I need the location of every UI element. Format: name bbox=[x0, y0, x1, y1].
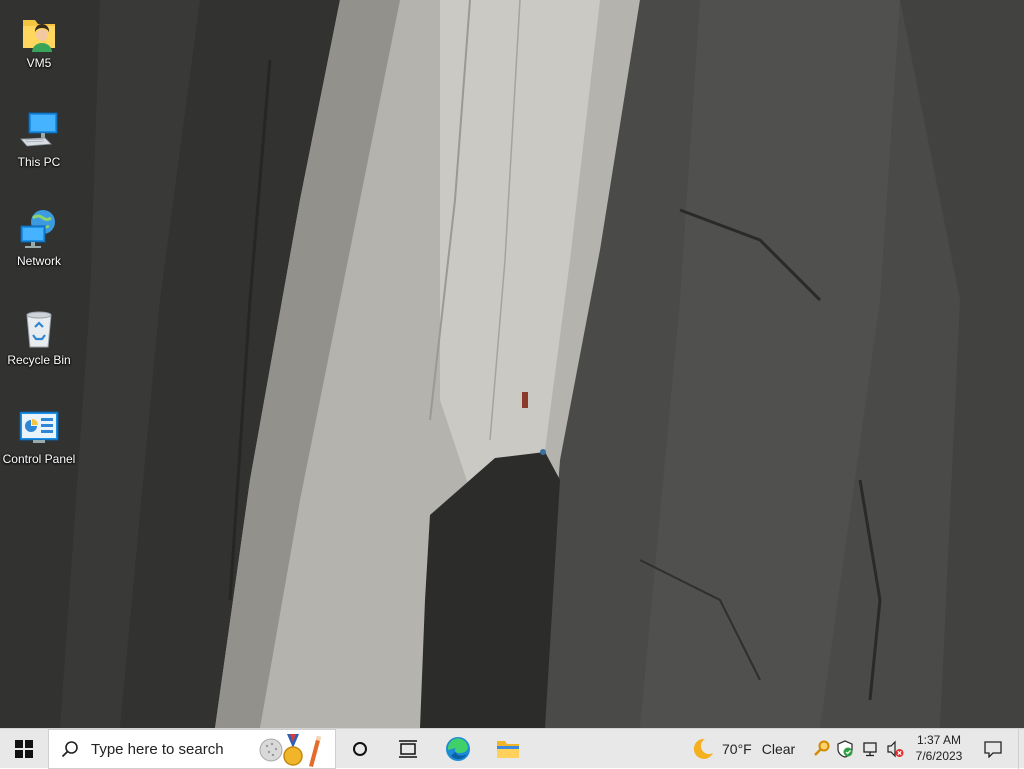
folder-icon bbox=[497, 741, 519, 758]
cortana-circle-icon bbox=[353, 742, 367, 756]
desktop-icon-label: This PC bbox=[17, 155, 61, 169]
desktop-icon-control-panel[interactable]: Control Panel bbox=[1, 406, 77, 466]
desktop-icon-this-pc[interactable]: This PC bbox=[1, 109, 77, 169]
tray-defender[interactable] bbox=[834, 729, 856, 769]
weather-condition: Clear bbox=[761, 741, 796, 757]
tray-network[interactable] bbox=[860, 729, 882, 769]
desktop-icon-label: Recycle Bin bbox=[7, 353, 71, 367]
search-key-icon bbox=[814, 740, 830, 756]
desktop-wallpaper bbox=[0, 0, 1024, 728]
user-folder-icon bbox=[23, 20, 55, 52]
desktop-icon-label: VM5 bbox=[26, 56, 52, 70]
desktop-icon-recycle-bin[interactable]: Recycle Bin bbox=[1, 307, 77, 367]
weather-widget[interactable]: 70°F Clear bbox=[690, 729, 795, 769]
desktop-icon-label: Control Panel bbox=[2, 452, 76, 466]
desktop-icon-label: Network bbox=[16, 254, 61, 268]
cliff-wallpaper-art bbox=[0, 0, 1024, 728]
weather-temperature: 70°F bbox=[722, 741, 752, 757]
desktop-icon-vm5[interactable]: VM5 bbox=[1, 10, 77, 70]
tray-search-key[interactable] bbox=[811, 729, 833, 769]
computer-icon bbox=[20, 112, 58, 147]
edge-taskbar-button[interactable] bbox=[438, 729, 478, 769]
search-icon bbox=[61, 741, 78, 758]
task-view-icon bbox=[399, 740, 417, 758]
clock-time: 1:37 AM bbox=[916, 733, 962, 747]
show-desktop-button[interactable] bbox=[1018, 729, 1024, 769]
recycle-bin-icon bbox=[26, 311, 52, 348]
volume-muted-icon bbox=[887, 740, 904, 758]
desktop-icon-network[interactable]: Network bbox=[1, 208, 77, 268]
search-highlight-art-icon bbox=[259, 734, 321, 767]
task-view-button[interactable] bbox=[388, 729, 428, 769]
network-icon bbox=[863, 742, 877, 757]
start-button[interactable] bbox=[0, 729, 48, 769]
taskbar-clock[interactable]: 1:37 AM 7/6/2023 bbox=[904, 732, 974, 764]
cortana-button[interactable] bbox=[340, 729, 380, 769]
action-center-button[interactable] bbox=[978, 729, 1008, 769]
network-icon bbox=[20, 210, 55, 248]
edge-icon bbox=[446, 737, 470, 761]
windows-logo-icon bbox=[15, 740, 33, 758]
tray-volume[interactable] bbox=[884, 729, 906, 769]
notification-icon bbox=[984, 741, 1002, 758]
taskbar-search-box[interactable]: Type here to search bbox=[48, 729, 336, 769]
shield-icon bbox=[837, 740, 853, 758]
clock-date: 7/6/2023 bbox=[915, 749, 963, 763]
file-explorer-taskbar-button[interactable] bbox=[488, 729, 528, 769]
control-panel-icon bbox=[19, 411, 59, 443]
moon-icon bbox=[693, 738, 713, 759]
taskbar: Type here to search 70°F Clear 1:37 AM 7… bbox=[0, 728, 1024, 769]
search-placeholder: Type here to search bbox=[91, 740, 224, 758]
